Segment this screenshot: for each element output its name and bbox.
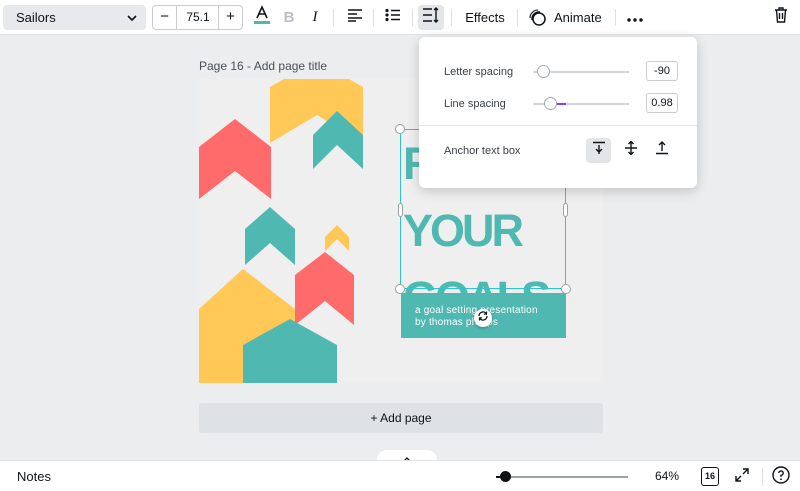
anchor-text-box-label: Anchor text box	[444, 145, 521, 157]
letter-spacing-label: Letter spacing	[444, 66, 514, 78]
effects-button[interactable]: Effects	[463, 5, 507, 30]
italic-button[interactable]: I	[306, 5, 324, 30]
trash-icon	[774, 7, 788, 28]
toolbar-divider	[451, 9, 452, 26]
anchor-middle-icon	[624, 140, 638, 160]
fullscreen-button[interactable]	[732, 467, 752, 487]
toolbar-divider	[517, 9, 518, 26]
help-icon	[772, 465, 790, 489]
letter-spacing-slider[interactable]	[533, 65, 629, 78]
anchor-top-button[interactable]	[586, 138, 611, 163]
anchor-middle-button[interactable]	[618, 138, 643, 163]
popover-divider	[419, 125, 697, 126]
resize-handle-bottom-right[interactable]	[561, 284, 571, 294]
toolbar-divider	[333, 9, 334, 26]
zoom-level[interactable]: 64%	[655, 469, 679, 483]
increase-font-size-button[interactable]: +	[218, 6, 242, 29]
zoom-slider-knob[interactable]	[500, 471, 512, 482]
decrease-font-size-button[interactable]: −	[153, 6, 177, 29]
anchor-bottom-icon	[655, 141, 669, 160]
editor-toolbar: Sailors − 75.1 + B I Effects Animate	[0, 0, 800, 35]
zoom-slider[interactable]	[496, 476, 628, 478]
spacing-icon	[422, 7, 440, 28]
more-icon	[627, 9, 643, 27]
chevron-down-icon	[126, 11, 138, 29]
resize-handle-top-left[interactable]	[395, 124, 405, 134]
text-color-button[interactable]	[250, 5, 274, 30]
animate-button[interactable]: Animate	[529, 5, 603, 30]
letter-spacing-knob[interactable]	[536, 65, 550, 78]
help-button[interactable]	[771, 465, 791, 489]
list-button[interactable]	[382, 5, 404, 30]
bold-button[interactable]: B	[280, 5, 298, 30]
list-icon	[385, 8, 401, 27]
font-name: Sailors	[16, 10, 56, 25]
toolbar-divider	[373, 9, 374, 26]
spacing-popover: Letter spacing -90 Line spacing 0.98 Anc…	[419, 37, 697, 188]
font-family-select[interactable]: Sailors	[3, 5, 146, 30]
line-spacing-label: Line spacing	[444, 98, 506, 110]
toolbar-divider	[615, 9, 616, 26]
text-color-icon	[253, 5, 271, 30]
pages-button[interactable]: 16	[701, 467, 719, 486]
resize-handle-bottom-left[interactable]	[395, 284, 405, 294]
toolbar-divider	[412, 9, 413, 26]
bottom-bar: Notes 64% 16	[0, 460, 800, 491]
yellow-chevron-shape	[325, 225, 349, 251]
resize-handle-left[interactable]	[398, 203, 403, 217]
coral-chevron-shape	[295, 252, 354, 325]
line-spacing-knob[interactable]	[544, 97, 558, 110]
fullscreen-icon	[735, 467, 749, 487]
add-page-button[interactable]: + Add page	[199, 403, 603, 433]
align-left-icon	[347, 8, 363, 27]
font-size-input[interactable]: 75.1	[177, 6, 219, 29]
line-spacing-input[interactable]: 0.98	[646, 93, 678, 113]
page-count: 16	[704, 471, 715, 481]
align-button[interactable]	[344, 5, 366, 30]
teal-chevron-shape	[245, 207, 295, 265]
line-spacing-slider[interactable]	[533, 97, 629, 110]
bottom-divider	[762, 468, 763, 486]
spacing-button[interactable]	[418, 5, 444, 30]
rotate-handle[interactable]	[474, 309, 492, 327]
animate-icon	[529, 8, 547, 27]
anchor-top-icon	[592, 141, 606, 160]
delete-button[interactable]	[771, 5, 791, 30]
letter-spacing-input[interactable]: -90	[646, 61, 678, 81]
rotate-icon	[477, 309, 489, 327]
resize-handle-right[interactable]	[563, 203, 568, 217]
coral-chevron-shape	[199, 119, 271, 199]
more-options-button[interactable]	[625, 5, 645, 30]
notes-button[interactable]: Notes	[17, 469, 51, 484]
page-title[interactable]: Page 16 - Add page title	[199, 59, 327, 73]
animate-label: Animate	[554, 10, 602, 25]
anchor-bottom-button[interactable]	[649, 138, 674, 163]
font-size-stepper: − 75.1 +	[152, 5, 243, 30]
